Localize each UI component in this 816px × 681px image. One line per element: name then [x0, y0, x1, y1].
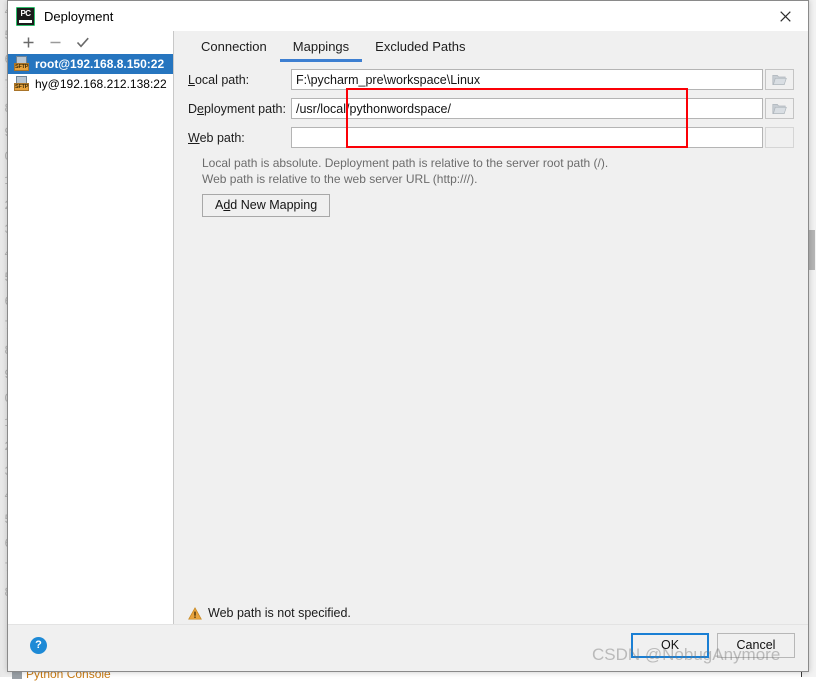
status-message: Web path is not specified.	[208, 606, 351, 620]
sftp-badge: SFTP	[14, 83, 29, 91]
server-list-panel: SFTP root@192.168.8.150:22 SFTP hy@192.1…	[8, 31, 174, 671]
deployment-path-input[interactable]: /usr/local/pythonwordspace/	[291, 98, 763, 119]
status-bar: Web path is not specified.	[174, 601, 808, 625]
warning-icon	[188, 606, 202, 620]
server-list[interactable]: SFTP root@192.168.8.150:22 SFTP hy@192.1…	[8, 54, 173, 637]
add-server-button[interactable]	[21, 35, 36, 50]
dialog-body: SFTP root@192.168.8.150:22 SFTP hy@192.1…	[8, 31, 808, 671]
web-path-label: Web path:	[188, 130, 245, 145]
hint-line-2: Web path is relative to the web server U…	[202, 172, 478, 186]
tab-excluded-paths[interactable]: Excluded Paths	[362, 33, 478, 62]
sftp-server-icon: SFTP	[14, 76, 31, 92]
server-list-toolbar	[8, 31, 173, 54]
list-item[interactable]: SFTP hy@192.168.212.138:22	[8, 74, 173, 94]
web-path-input[interactable]	[291, 127, 763, 148]
add-mapping-wrapper: Add New Mapping	[202, 194, 794, 217]
deployment-path-row: Deployment path: /usr/local/pythonwordsp…	[188, 97, 794, 120]
form-hint: Local path is absolute. Deployment path …	[202, 155, 794, 187]
dialog-action-buttons: OK Cancel	[631, 633, 795, 658]
tab-mappings[interactable]: Mappings	[279, 33, 363, 62]
sftp-server-icon: SFTP	[14, 56, 31, 72]
deployment-path-browse-button[interactable]	[765, 98, 794, 119]
ok-button[interactable]: OK	[631, 633, 709, 658]
dialog-titlebar: PC Deployment	[8, 1, 808, 31]
local-path-browse-button[interactable]	[765, 69, 794, 90]
local-path-input[interactable]: F:\pycharm_pre\workspace\Linux	[291, 69, 763, 90]
web-path-row: Web path:	[188, 126, 794, 149]
sftp-badge: SFTP	[14, 63, 29, 71]
deployment-path-label: Deployment path:	[188, 101, 286, 116]
mappings-form: Local path: F:\pycharm_pre\workspace\Lin…	[174, 62, 808, 217]
dialog-footer: ? OK Cancel	[8, 624, 808, 671]
list-item[interactable]: SFTP root@192.168.8.150:22	[8, 54, 173, 74]
hint-line-1: Local path is absolute. Deployment path …	[202, 156, 609, 170]
tab-connection[interactable]: Connection	[188, 33, 280, 62]
dialog-title: Deployment	[44, 8, 114, 24]
help-icon[interactable]: ?	[30, 637, 47, 654]
add-new-mapping-button[interactable]: Add New Mapping	[202, 194, 331, 217]
deployment-dialog: PC Deployment SFTP root@192.168.8.150:22…	[7, 0, 809, 672]
local-path-label: Local path:	[188, 72, 250, 87]
remove-server-button[interactable]	[48, 35, 63, 50]
close-icon[interactable]	[762, 1, 808, 31]
settings-panel: Connection Mappings Excluded Paths Local…	[174, 31, 808, 671]
server-label: root@192.168.8.150:22	[35, 57, 165, 71]
local-path-row: Local path: F:\pycharm_pre\workspace\Lin…	[188, 68, 794, 91]
web-path-browse-button[interactable]	[765, 127, 794, 148]
set-default-server-button[interactable]	[75, 35, 90, 50]
server-label: hy@192.168.212.138:22	[35, 77, 167, 91]
cancel-button[interactable]: Cancel	[717, 633, 795, 658]
tab-bar: Connection Mappings Excluded Paths	[174, 31, 808, 62]
pycharm-icon: PC	[16, 6, 35, 26]
